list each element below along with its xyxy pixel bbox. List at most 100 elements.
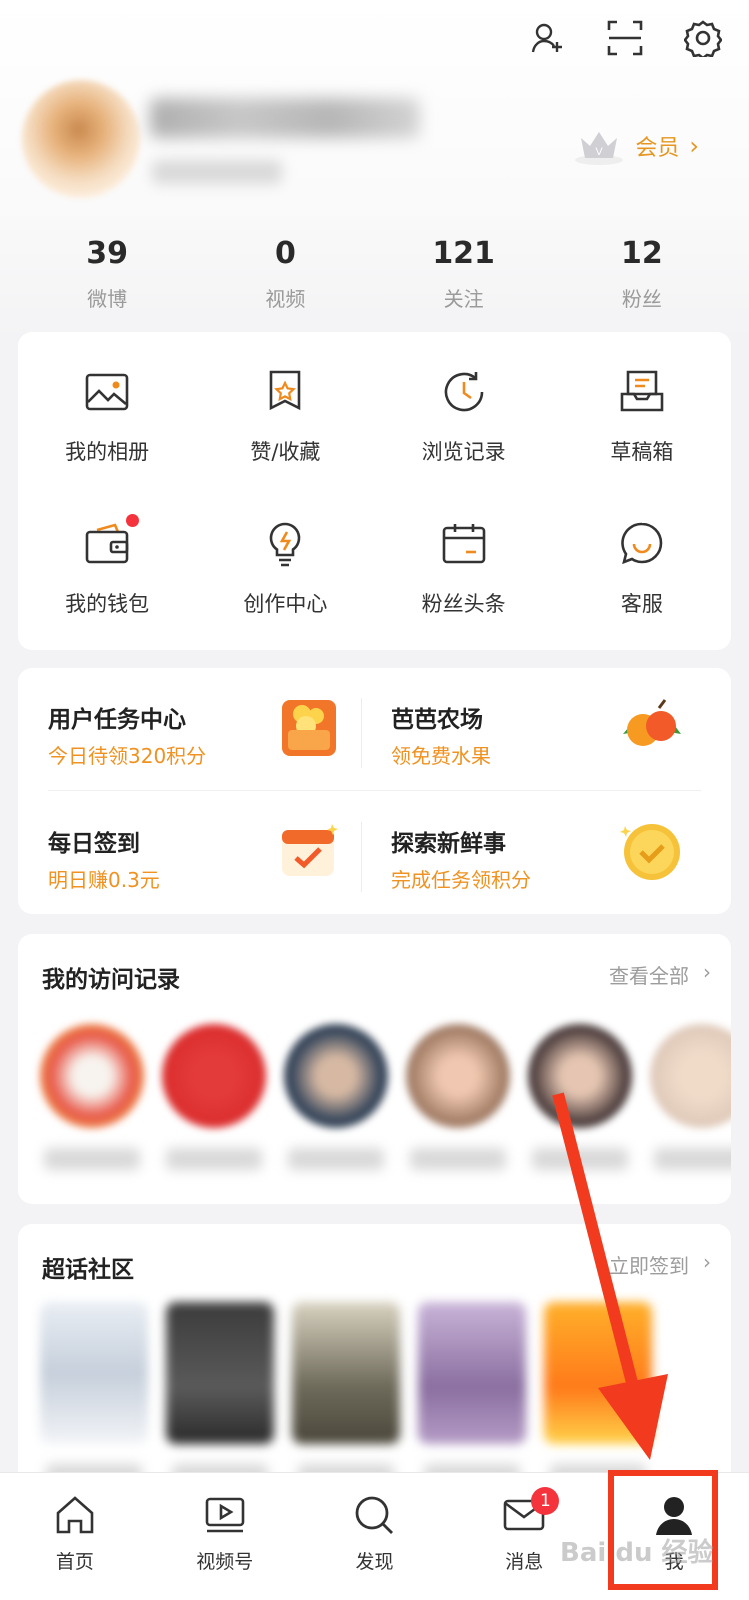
visit-item[interactable] — [40, 1024, 144, 1170]
tab-label: 发现 — [355, 1551, 394, 1573]
task-farm[interactable]: 芭芭农场 领免费水果 — [361, 668, 701, 788]
stat-value: 0 — [274, 236, 296, 271]
user-meta-blurred — [152, 160, 282, 184]
tool-favorites[interactable]: 赞/收藏 — [196, 340, 374, 492]
stat-label: 微博 — [87, 287, 128, 311]
divider — [48, 790, 701, 791]
wallet-icon — [85, 523, 129, 564]
avatar[interactable] — [22, 80, 140, 198]
tools-card: 我的相册 赞/收藏 浏览记录 草稿箱 我的钱包 创作中心 粉丝头条 客服 — [18, 332, 731, 650]
tab-me[interactable]: 我 — [599, 1473, 749, 1600]
customer-service-icon — [621, 522, 663, 565]
visit-item[interactable] — [162, 1024, 266, 1170]
visit-item[interactable] — [650, 1024, 731, 1170]
stat-label: 粉丝 — [621, 287, 662, 311]
fans-headline-icon — [442, 524, 485, 564]
tool-label: 粉丝头条 — [421, 592, 506, 616]
scan-icon[interactable] — [601, 14, 649, 62]
tab-label: 我 — [664, 1551, 684, 1573]
tab-label: 视频号 — [196, 1551, 254, 1573]
notification-dot — [126, 514, 139, 527]
stat-label: 视频 — [265, 287, 306, 311]
coins-icon — [282, 700, 336, 756]
task-title: 探索新鲜事 — [391, 831, 506, 857]
checkin-label: 立即签到 — [609, 1254, 689, 1278]
fruit-icon — [623, 699, 681, 746]
unread-badge: 1 — [531, 1487, 560, 1515]
tool-history[interactable]: 浏览记录 — [375, 340, 553, 492]
svg-text:V: V — [596, 146, 604, 158]
stat-label: 关注 — [443, 287, 484, 311]
creator-center-icon — [270, 522, 301, 567]
settings-icon[interactable] — [679, 14, 727, 62]
visit-item[interactable] — [406, 1024, 510, 1170]
tab-label: 消息 — [505, 1551, 544, 1573]
task-subtitle: 明日赚0.3元 — [48, 868, 160, 892]
tool-label: 浏览记录 — [421, 440, 506, 464]
chevron-right-icon: › — [689, 132, 699, 160]
tool-label: 我的相册 — [65, 440, 150, 464]
tab-discover[interactable]: 发现 — [300, 1473, 450, 1600]
tool-creator-center[interactable]: 创作中心 — [196, 492, 374, 644]
visit-records-card: 我的访问记录 查看全部 › — [18, 934, 731, 1204]
task-subtitle: 完成任务领积分 — [391, 868, 531, 892]
calendar-check-icon — [282, 824, 338, 876]
visit-list — [40, 1024, 731, 1170]
tool-drafts[interactable]: 草稿箱 — [553, 340, 731, 492]
tool-wallet[interactable]: 我的钱包 — [18, 492, 196, 644]
tool-label: 创作中心 — [243, 592, 328, 616]
photo-album-icon — [85, 373, 129, 411]
vip-label: 会员 — [635, 136, 680, 161]
task-subtitle: 领免费水果 — [391, 744, 491, 768]
task-user-center[interactable]: 用户任务中心 今日待领320积分 — [18, 668, 358, 788]
visit-item[interactable] — [528, 1024, 632, 1170]
tool-photo-album[interactable]: 我的相册 — [18, 340, 196, 492]
tool-label: 客服 — [620, 592, 663, 616]
topic-item[interactable] — [544, 1302, 652, 1486]
gold-coin-icon — [620, 824, 680, 880]
tasks-card: 用户任务中心 今日待领320积分 芭芭农场 领免费水果 每日签到 明日赚0.3元… — [18, 668, 731, 914]
section-title: 我的访问记录 — [42, 967, 180, 993]
add-friend-icon[interactable] — [523, 14, 571, 62]
crown-icon: V — [575, 132, 624, 165]
vip-entry[interactable]: V 会员 › — [573, 126, 699, 166]
tab-video[interactable]: 视频号 — [150, 1473, 300, 1600]
view-all-label: 查看全部 — [609, 964, 689, 988]
bottom-tab-bar: 首页 视频号 发现 1 消息 我 — [0, 1472, 749, 1600]
favorites-icon — [270, 370, 301, 411]
topic-list — [40, 1302, 652, 1486]
discover-icon — [356, 1496, 394, 1534]
tool-customer-service[interactable]: 客服 — [553, 492, 731, 644]
task-subtitle: 今日待领320积分 — [48, 744, 207, 768]
chevron-right-icon: › — [703, 960, 711, 984]
topic-item[interactable] — [418, 1302, 526, 1486]
tab-home[interactable]: 首页 — [0, 1473, 150, 1600]
tool-label: 我的钱包 — [65, 592, 150, 616]
checkin-link[interactable]: 立即签到 › — [609, 1250, 711, 1279]
drafts-icon — [620, 370, 664, 412]
tool-fans-headline[interactable]: 粉丝头条 — [375, 492, 553, 644]
home-icon — [56, 1496, 94, 1534]
topic-item[interactable] — [292, 1302, 400, 1486]
stat-weibo[interactable]: 39 微博 — [18, 236, 196, 312]
visit-item[interactable] — [284, 1024, 388, 1170]
video-icon — [205, 1497, 244, 1533]
view-all-link[interactable]: 查看全部 › — [609, 960, 711, 989]
task-checkin[interactable]: 每日签到 明日赚0.3元 — [18, 792, 358, 912]
stat-video[interactable]: 0 视频 — [196, 236, 374, 312]
username-blurred — [150, 98, 420, 138]
stats-row: 39 微博 0 视频 121 关注 12 粉丝 — [18, 236, 731, 312]
stat-fans[interactable]: 12 粉丝 — [553, 236, 731, 312]
tool-label: 草稿箱 — [610, 440, 674, 464]
stat-following[interactable]: 121 关注 — [375, 236, 553, 312]
tab-messages[interactable]: 1 消息 — [449, 1473, 599, 1600]
profile-header: V 会员 › 39 微博 0 视频 121 关注 12 粉丝 — [0, 0, 749, 340]
task-explore[interactable]: 探索新鲜事 完成任务领积分 — [361, 792, 701, 912]
tool-label: 赞/收藏 — [250, 440, 321, 464]
stat-value: 121 — [432, 236, 495, 271]
topic-item[interactable] — [166, 1302, 274, 1486]
stat-value: 39 — [86, 236, 128, 271]
task-title: 用户任务中心 — [48, 707, 186, 733]
topic-item[interactable] — [40, 1302, 148, 1486]
stat-value: 12 — [621, 236, 663, 271]
